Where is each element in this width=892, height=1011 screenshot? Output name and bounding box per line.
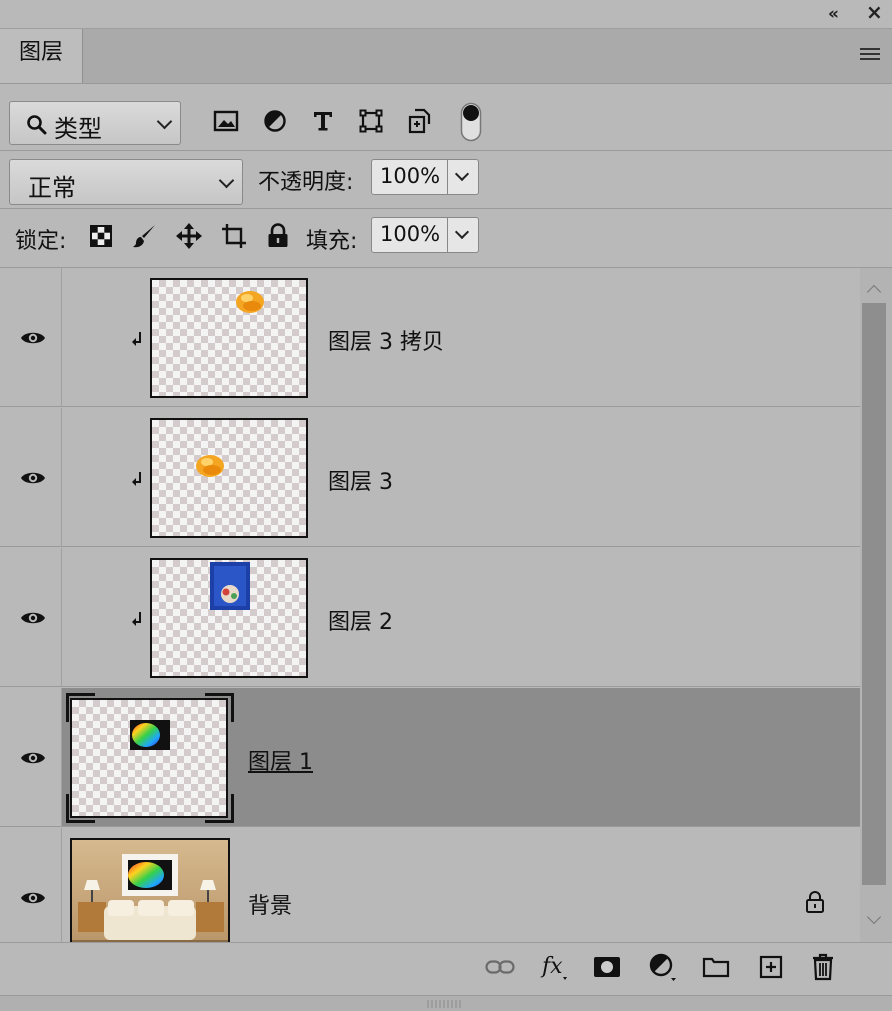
visibility-column[interactable] bbox=[0, 828, 62, 942]
search-icon bbox=[27, 115, 47, 135]
filter-toggle-icon[interactable] bbox=[460, 102, 482, 142]
clipping-mask-arrow-icon bbox=[132, 472, 141, 486]
layer-name[interactable]: 图层 2 bbox=[328, 604, 393, 636]
fx-icon[interactable]: fx bbox=[540, 950, 572, 984]
layer-row-selected[interactable]: 图层 1 bbox=[0, 688, 860, 827]
layer-name[interactable]: 图层 3 拷贝 bbox=[328, 324, 444, 356]
lock-image-pixels-icon[interactable] bbox=[131, 222, 159, 250]
layer-row[interactable]: 图层 3 bbox=[0, 408, 860, 547]
panel-tab-row: 图层 bbox=[0, 29, 892, 84]
eye-icon[interactable] bbox=[20, 469, 46, 487]
clipping-mask-arrow-icon bbox=[132, 332, 141, 346]
orange-blob-image bbox=[236, 291, 264, 313]
living-room-photo bbox=[72, 840, 228, 942]
text-filter-icon[interactable] bbox=[309, 107, 337, 135]
adjustment-filter-icon[interactable] bbox=[261, 107, 289, 135]
shape-filter-icon[interactable] bbox=[357, 107, 385, 135]
blend-mode-select[interactable]: 正常 bbox=[9, 159, 243, 205]
eye-icon[interactable] bbox=[20, 889, 46, 907]
layers-list: 图层 3 拷贝 图层 3 图层 2 图层 1 背景 bbox=[0, 268, 860, 942]
opacity-value[interactable]: 100% bbox=[380, 164, 440, 188]
chevron-down-icon bbox=[156, 113, 173, 130]
collapse-panel-button[interactable]: « bbox=[828, 4, 839, 24]
close-panel-button[interactable]: × bbox=[866, 2, 883, 22]
filter-kind-select[interactable]: 类型 bbox=[9, 101, 181, 145]
layer-row[interactable]: 图层 2 bbox=[0, 548, 860, 687]
fill-value[interactable]: 100% bbox=[380, 222, 440, 246]
visibility-column[interactable] bbox=[0, 548, 62, 686]
divider bbox=[0, 208, 892, 209]
layer-name[interactable]: 背景 bbox=[248, 888, 292, 920]
smart-object-filter-icon[interactable] bbox=[406, 107, 434, 135]
visibility-column[interactable] bbox=[0, 268, 62, 406]
opacity-label: 不透明度: bbox=[258, 170, 354, 195]
scrollbar-thumb[interactable] bbox=[862, 303, 886, 885]
panel-resize-grip[interactable] bbox=[0, 995, 892, 1011]
eye-icon[interactable] bbox=[20, 609, 46, 627]
layer-locked-icon[interactable] bbox=[805, 890, 825, 914]
tab-layers[interactable]: 图层 bbox=[0, 29, 83, 83]
new-layer-icon[interactable] bbox=[756, 950, 786, 984]
image-filter-icon[interactable] bbox=[212, 107, 240, 135]
orange-blob-image bbox=[196, 455, 224, 477]
divider bbox=[0, 150, 892, 151]
fill-dropdown-button[interactable] bbox=[447, 218, 478, 252]
layer-thumbnail[interactable] bbox=[70, 838, 230, 942]
clipping-mask-arrow-icon bbox=[132, 612, 141, 626]
lock-label: 锁定: bbox=[15, 229, 67, 254]
layer-thumbnail[interactable] bbox=[150, 418, 308, 538]
layer-thumbnail[interactable] bbox=[150, 278, 308, 398]
svg-text:fx: fx bbox=[540, 954, 563, 979]
lock-all-icon[interactable] bbox=[264, 222, 292, 250]
layer-row[interactable]: 图层 3 拷贝 bbox=[0, 268, 860, 407]
eye-icon[interactable] bbox=[20, 749, 46, 767]
adjustment-layer-icon[interactable] bbox=[648, 950, 678, 984]
visibility-column[interactable] bbox=[0, 408, 62, 546]
link-layers-icon[interactable] bbox=[485, 950, 515, 984]
layer-name[interactable]: 图层 1 bbox=[248, 744, 313, 776]
eye-icon[interactable] bbox=[20, 329, 46, 347]
filter-kind-label: 类型 bbox=[54, 115, 102, 143]
fill-field[interactable]: 100% bbox=[371, 217, 479, 253]
mask-icon[interactable] bbox=[592, 950, 622, 984]
layer-thumbnail[interactable] bbox=[150, 558, 308, 678]
opacity-field[interactable]: 100% bbox=[371, 159, 479, 195]
opacity-dropdown-button[interactable] bbox=[447, 160, 478, 194]
lock-artboard-icon[interactable] bbox=[220, 222, 248, 250]
layer-row[interactable]: 背景 bbox=[0, 828, 860, 942]
panel-menu-icon[interactable] bbox=[860, 48, 880, 62]
group-folder-icon[interactable] bbox=[701, 950, 731, 984]
selected-thumbnail-frame bbox=[66, 693, 234, 823]
blend-mode-value: 正常 bbox=[28, 174, 76, 202]
lock-transparent-pixels-icon[interactable] bbox=[87, 222, 115, 250]
lock-position-icon[interactable] bbox=[175, 222, 203, 250]
layers-panel: « × 图层 类型 正常 不透明度: 100% 锁定: 填充: 100% 图层 … bbox=[0, 0, 892, 1011]
blue-artwork-image bbox=[210, 562, 250, 610]
panel-title-bar: « × bbox=[0, 0, 892, 29]
layer-name[interactable]: 图层 3 bbox=[328, 464, 393, 496]
visibility-column[interactable] bbox=[0, 688, 62, 826]
trash-icon[interactable] bbox=[808, 950, 838, 984]
fill-label: 填充: bbox=[306, 229, 358, 254]
chevron-down-icon bbox=[218, 172, 235, 189]
